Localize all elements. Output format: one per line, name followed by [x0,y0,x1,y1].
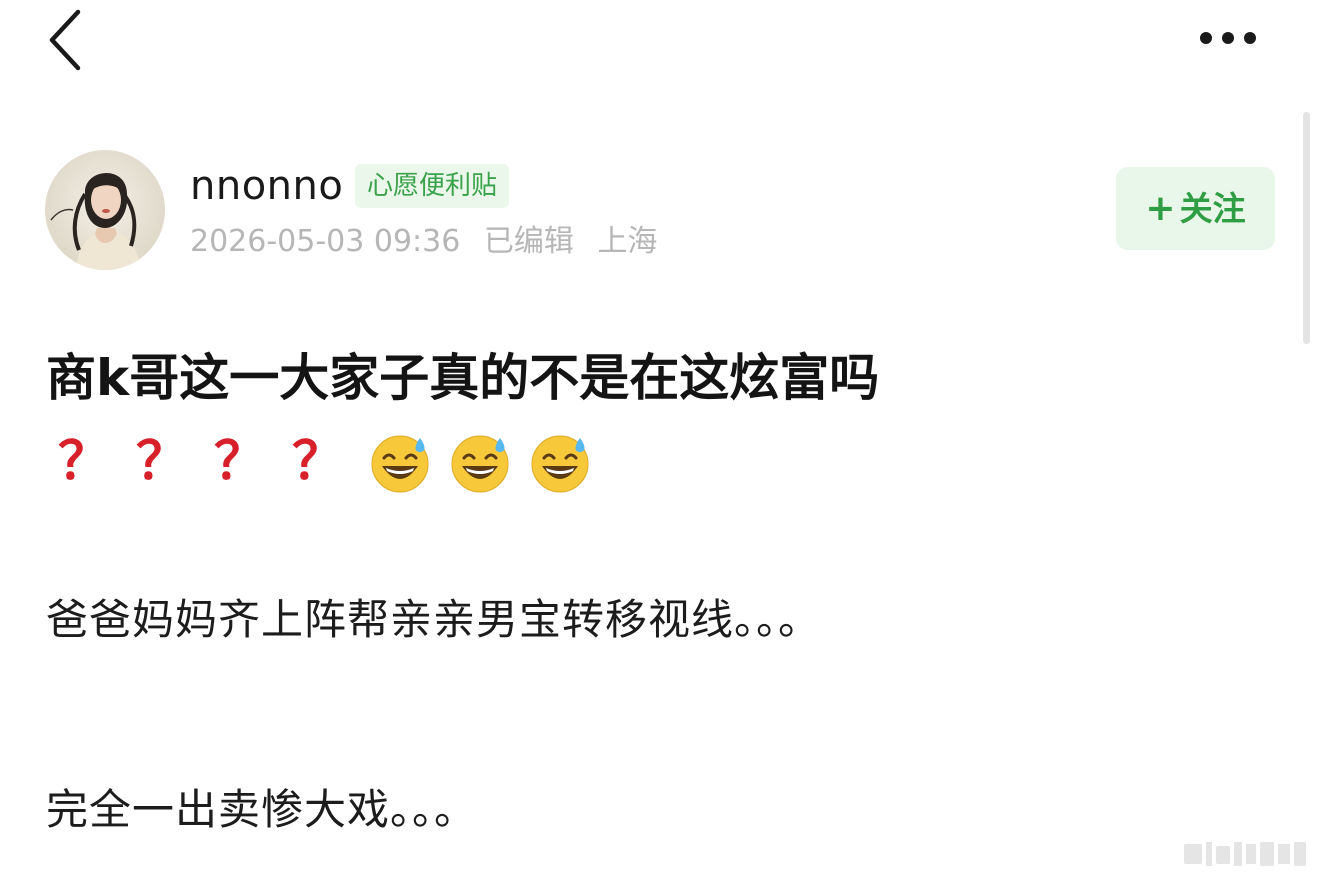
question-mark-emoji: ？ [213,432,266,492]
sweat-smile-icon [371,435,429,493]
chevron-left-icon [49,9,81,71]
more-dots-icon [1200,32,1256,44]
post-location: 上海 [597,224,658,259]
post-meta: 2026-05-03 09:36 已编辑 上海 [190,222,671,262]
sweat-smile-icon [451,435,509,493]
follow-button[interactable]: + 关注 [1116,167,1275,250]
author-name[interactable]: nnonno [190,162,343,210]
sweat-smile-icon [531,435,589,493]
post-paragraph: 爸爸妈妈齐上阵帮亲亲男宝转移视线。。。 [46,595,822,644]
follow-label: 关注 [1179,189,1246,228]
plus-icon: + [1145,188,1176,229]
post-paragraph: 完全一出卖惨大戏。。。 [46,785,478,834]
question-mark-emoji: ？ [291,432,344,492]
avatar[interactable] [45,150,165,270]
post-title: 商k哥这一大家子真的不是在这炫富吗 [46,349,880,407]
scrollbar-thumb[interactable] [1303,112,1310,344]
reaction-emoji-row: ？ ？ ？ ？ [56,426,608,498]
more-options-button[interactable] [1190,18,1270,58]
edited-label: 已编辑 [483,224,574,259]
back-button[interactable] [40,8,96,72]
post-date: 2026-05-03 09:36 [190,224,461,259]
top-navigation-bar [0,0,1320,80]
question-mark-emoji: ？ [57,432,110,492]
watermark-logo [1184,842,1306,866]
question-mark-emoji: ？ [135,432,188,492]
author-info: nnonno 心愿便利贴 2026-05-03 09:36 已编辑 上海 + 关注 [45,150,1285,270]
author-badge[interactable]: 心愿便利贴 [355,164,510,208]
